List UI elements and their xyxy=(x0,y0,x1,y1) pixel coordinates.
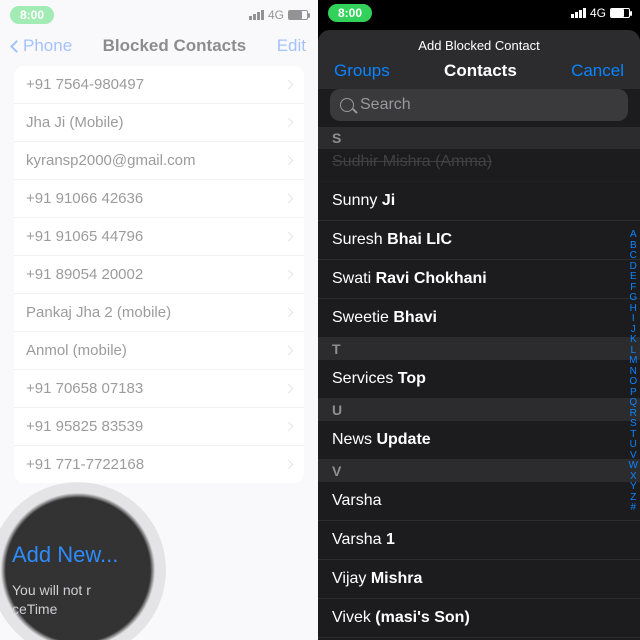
contact-row[interactable]: News Update xyxy=(318,421,640,460)
index-letter[interactable]: O xyxy=(629,377,638,388)
network-label: 4G xyxy=(590,6,606,20)
status-bar: 8:00 4G xyxy=(0,0,318,30)
contact-row[interactable]: Swati Ravi Chokhani xyxy=(318,260,640,299)
index-letter[interactable]: I xyxy=(629,314,638,325)
blocked-label: +91 95825 83539 xyxy=(26,418,143,435)
index-letter[interactable]: E xyxy=(629,272,638,283)
left-screenshot-blocked-contacts: 8:00 4G Phone Blocked Contacts Edit +91 … xyxy=(0,0,318,640)
signal-icon xyxy=(249,10,264,20)
chevron-right-icon xyxy=(284,156,294,166)
index-letter[interactable]: A xyxy=(629,230,638,241)
blocked-row[interactable]: +91 7564-980497 xyxy=(14,66,304,104)
blocked-label: +91 70658 07183 xyxy=(26,380,143,397)
chevron-right-icon xyxy=(284,384,294,394)
section-header: U xyxy=(318,399,640,421)
index-letter[interactable]: W xyxy=(629,461,638,472)
contact-row[interactable]: Sweetie Bhavi xyxy=(318,299,640,338)
blocked-label: +91 91066 42636 xyxy=(26,190,143,207)
section-header: S xyxy=(318,127,640,149)
battery-icon xyxy=(288,10,308,20)
contact-row[interactable]: Sunny Ji xyxy=(318,182,640,221)
contact-row[interactable]: Varsha 1 xyxy=(318,521,640,560)
contact-row[interactable]: Varsha xyxy=(318,482,640,521)
blocked-row[interactable]: +91 91066 42636 xyxy=(14,180,304,218)
blocked-label: Jha Ji (Mobile) xyxy=(26,114,124,131)
index-letter[interactable]: Q xyxy=(629,398,638,409)
clock-pill: 8:00 xyxy=(328,4,372,22)
blocked-row[interactable]: +91 89054 20002 xyxy=(14,256,304,294)
chevron-right-icon xyxy=(284,422,294,432)
right-screenshot-add-blocked: 8:00 4G Add Blocked Contact Groups Conta… xyxy=(318,0,640,640)
index-letter[interactable]: Y xyxy=(629,482,638,493)
blocked-label: +91 91065 44796 xyxy=(26,228,143,245)
index-letter[interactable]: U xyxy=(629,440,638,451)
chevron-right-icon xyxy=(284,460,294,470)
chevron-right-icon xyxy=(284,308,294,318)
blocked-label: kyransp2000@gmail.com xyxy=(26,152,195,169)
chevron-left-icon xyxy=(10,40,23,53)
index-letter[interactable]: K xyxy=(629,335,638,346)
index-letter[interactable]: # xyxy=(629,503,638,514)
chevron-right-icon xyxy=(284,346,294,356)
index-letter[interactable]: S xyxy=(629,419,638,430)
blocked-label: +91 89054 20002 xyxy=(26,266,143,283)
status-icons: 4G xyxy=(571,6,630,20)
add-new-button[interactable]: Add New... xyxy=(12,542,166,568)
section-header: T xyxy=(318,338,640,360)
nav-bar: Phone Blocked Contacts Edit xyxy=(0,30,318,66)
chevron-right-icon xyxy=(284,80,294,90)
back-label: Phone xyxy=(23,36,72,56)
network-label: 4G xyxy=(268,8,284,22)
chevron-right-icon xyxy=(284,194,294,204)
status-icons: 4G xyxy=(249,8,308,22)
sheet-title: Add Blocked Contact xyxy=(318,30,640,59)
spotlight-circle: Add New... You will not r ceTime xyxy=(0,482,166,640)
signal-icon xyxy=(571,8,586,18)
blocked-row[interactable]: Pankaj Jha 2 (mobile) xyxy=(14,294,304,332)
contacts-title: Contacts xyxy=(444,61,517,81)
contacts-list[interactable]: SSudhir Mishra (Amma)Sunny JiSuresh Bhai… xyxy=(318,127,640,638)
contact-row[interactable]: Vijay Mishra xyxy=(318,560,640,599)
edit-button[interactable]: Edit xyxy=(277,36,306,56)
blocked-row[interactable]: +91 95825 83539 xyxy=(14,408,304,446)
search-placeholder: Search xyxy=(360,96,411,114)
battery-icon xyxy=(610,8,630,18)
chevron-right-icon xyxy=(284,232,294,242)
blocked-row[interactable]: +91 70658 07183 xyxy=(14,370,304,408)
groups-button[interactable]: Groups xyxy=(334,61,390,81)
chevron-right-icon xyxy=(284,118,294,128)
index-letter[interactable]: C xyxy=(629,251,638,262)
footer-note-line1: You will not r xyxy=(12,582,166,599)
contact-picker-sheet: Add Blocked Contact Groups Contacts Canc… xyxy=(318,30,640,640)
cancel-button[interactable]: Cancel xyxy=(571,61,624,81)
alpha-index[interactable]: ABCDEFGHIJKLMNOPQRSTUVWXYZ# xyxy=(629,230,638,514)
blocked-label: +91 771-7722168 xyxy=(26,456,144,473)
blocked-row[interactable]: kyransp2000@gmail.com xyxy=(14,142,304,180)
blocked-row[interactable]: +91 771-7722168 xyxy=(14,446,304,483)
contact-row[interactable]: Suresh Bhai LIC xyxy=(318,221,640,260)
search-icon xyxy=(340,98,354,112)
clock-pill: 8:00 xyxy=(10,6,54,24)
blocked-label: Anmol (mobile) xyxy=(26,342,127,359)
contact-row[interactable]: Services Top xyxy=(318,360,640,399)
blocked-row[interactable]: Anmol (mobile) xyxy=(14,332,304,370)
status-bar: 8:00 4G xyxy=(318,0,640,26)
contact-row[interactable]: Vivek (masi's Son) xyxy=(318,599,640,638)
search-input[interactable]: Search xyxy=(330,89,628,121)
index-letter[interactable]: G xyxy=(629,293,638,304)
blocked-label: Pankaj Jha 2 (mobile) xyxy=(26,304,171,321)
index-letter[interactable]: M xyxy=(629,356,638,367)
blocked-row[interactable]: Jha Ji (Mobile) xyxy=(14,104,304,142)
section-header: V xyxy=(318,460,640,482)
blocked-list: +91 7564-980497 Jha Ji (Mobile) kyransp200… xyxy=(14,66,304,483)
contact-row-partial[interactable]: Sudhir Mishra (Amma) xyxy=(318,149,640,182)
page-title: Blocked Contacts xyxy=(103,36,247,56)
back-button[interactable]: Phone xyxy=(12,36,72,56)
blocked-row[interactable]: +91 91065 44796 xyxy=(14,218,304,256)
chevron-right-icon xyxy=(284,270,294,280)
footer-note-line2: ceTime xyxy=(12,601,166,618)
sheet-header: Groups Contacts Cancel xyxy=(318,59,640,89)
blocked-label: +91 7564-980497 xyxy=(26,76,144,93)
